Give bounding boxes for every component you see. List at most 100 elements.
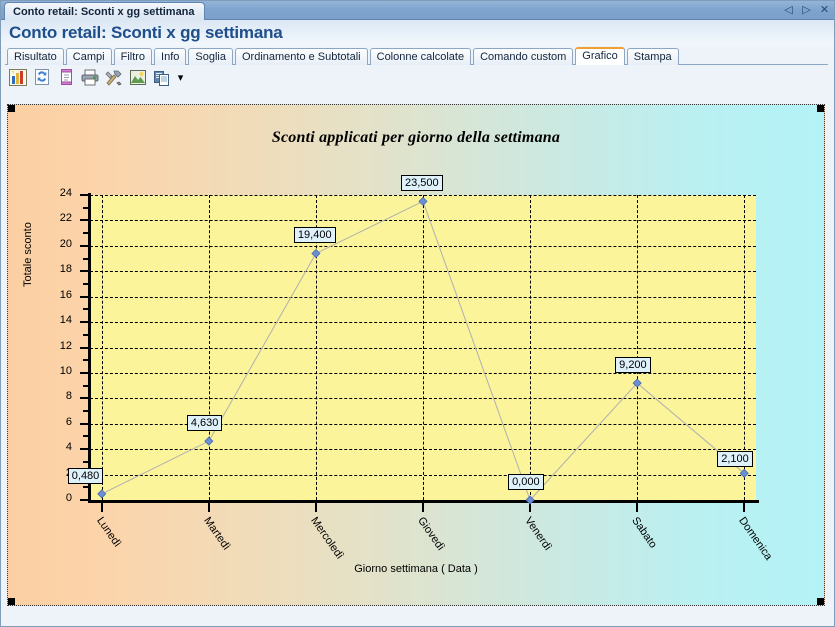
- chart-panel[interactable]: Sconti applicati per giorno della settim…: [7, 104, 825, 606]
- y-axis-tick-label: 2: [12, 467, 72, 479]
- y-axis-tick-label: 4: [65, 441, 72, 454]
- y-axis-minor-tick: [83, 257, 88, 260]
- tab-colonne-calcolate[interactable]: Colonne calcolate: [369, 48, 472, 65]
- resize-handle-top-right[interactable]: [817, 105, 824, 112]
- y-axis-tick: [80, 422, 88, 425]
- tab-filtro[interactable]: Filtro: [113, 48, 153, 65]
- y-axis-tick-label: 10: [59, 364, 72, 377]
- y-axis-minor-tick: [83, 460, 88, 463]
- data-point-label: 0,000: [508, 474, 544, 490]
- y-axis-tick: [80, 270, 88, 273]
- tools-icon[interactable]: [103, 67, 125, 88]
- y-axis-tick: [80, 371, 88, 374]
- print-icon[interactable]: [79, 67, 101, 88]
- close-document-button[interactable]: ✕: [819, 4, 830, 17]
- tab-info[interactable]: Info: [154, 48, 187, 65]
- y-axis-minor-tick: [83, 359, 88, 362]
- y-axis-minor-tick: [83, 384, 88, 387]
- y-axis-tick-label: 22: [59, 212, 72, 225]
- resize-handle-bottom-left[interactable]: [8, 598, 15, 605]
- y-axis-tick: [80, 321, 88, 324]
- y-axis-title: Totale sconto: [22, 222, 34, 287]
- x-axis-tick-label: Sabato: [629, 515, 660, 551]
- gridline-vertical: [530, 195, 532, 500]
- tab-ordinamento-e-subtotali[interactable]: Ordinamento e Subtotali: [234, 48, 368, 65]
- x-axis-tick: [314, 503, 317, 512]
- data-point-label: 23,500: [401, 175, 443, 192]
- y-axis-tick-label: 16: [59, 288, 72, 301]
- x-axis-tick-label: Venerdì: [522, 515, 554, 553]
- copy-icon[interactable]: [151, 67, 173, 88]
- gridline-vertical: [208, 195, 210, 500]
- x-axis-tick: [743, 503, 746, 512]
- data-point-label: 19,400: [293, 227, 336, 244]
- x-axis-tick-label: Mercoledì: [308, 515, 346, 562]
- y-axis-tick: [80, 244, 88, 247]
- y-axis-tick: [80, 194, 88, 196]
- tab-comando-custom[interactable]: Comando custom: [473, 48, 574, 65]
- gridline-vertical: [101, 195, 103, 500]
- gridline-vertical: [637, 195, 639, 500]
- y-axis-tick: [80, 397, 88, 400]
- y-axis-tick-label: 8: [65, 390, 72, 403]
- x-axis-tick: [207, 503, 210, 512]
- x-axis-tick-label: Lunedì: [93, 515, 124, 550]
- document-tab-label: Conto retail: Sconti x gg settimana: [13, 5, 195, 18]
- y-axis-tick-label: 20: [59, 237, 72, 250]
- data-point-label: 2,100: [717, 451, 753, 468]
- x-axis-tick: [422, 503, 424, 512]
- status-bar: [2, 612, 833, 625]
- x-axis-tick: [100, 503, 103, 512]
- gridline-vertical: [423, 195, 424, 500]
- prev-document-button[interactable]: ◁: [783, 4, 794, 17]
- data-point-label: 9,200: [615, 357, 651, 374]
- y-axis-line: [88, 193, 91, 502]
- y-axis-tick-label: 6: [65, 415, 72, 428]
- y-axis-minor-tick: [83, 333, 88, 336]
- y-axis-minor-tick: [83, 308, 88, 311]
- x-axis-tick-label: Giovedì: [415, 515, 447, 553]
- y-axis-tick-label: 24: [59, 187, 72, 199]
- document-tab[interactable]: Conto retail: Sconti x gg settimana: [4, 2, 205, 20]
- data-point-label: 4,630: [186, 415, 223, 432]
- y-axis-tick-label: 0: [65, 492, 72, 504]
- y-axis-minor-tick: [83, 206, 88, 209]
- tab-soglia[interactable]: Soglia: [188, 48, 233, 65]
- y-axis-tick: [80, 346, 88, 349]
- tab-stampa[interactable]: Stampa: [626, 48, 679, 65]
- y-axis-minor-tick: [83, 410, 88, 413]
- refresh-icon[interactable]: [31, 67, 53, 88]
- resize-handle-top-left[interactable]: [8, 105, 15, 112]
- y-axis-tick-label: 12: [59, 339, 72, 352]
- y-axis-tick: [80, 499, 88, 501]
- x-axis-tick-label: Martedì: [201, 515, 233, 553]
- tab-grafico[interactable]: Grafico: [575, 47, 625, 65]
- y-axis-minor-tick: [83, 435, 88, 438]
- tab-bar: Risultato Campi Filtro Info Soglia Ordin…: [1, 46, 834, 65]
- x-axis-tick: [636, 503, 639, 512]
- y-axis-tick-label: 14: [59, 314, 72, 327]
- image-export-icon[interactable]: [127, 67, 149, 88]
- x-axis-tick: [529, 503, 532, 512]
- plot-area: [90, 195, 756, 500]
- y-axis-minor-tick: [83, 232, 88, 235]
- tab-risultato[interactable]: Risultato: [7, 48, 64, 65]
- x-axis-title: Giorno settimana ( Data ): [354, 563, 478, 575]
- toolbar: ▾: [1, 65, 834, 89]
- next-document-button[interactable]: ▷: [801, 4, 812, 17]
- page-icon[interactable]: [55, 67, 77, 88]
- y-axis-minor-tick: [83, 486, 88, 489]
- titlebar-button-group: ◁ ▷ ✕: [783, 1, 830, 20]
- tab-campi[interactable]: Campi: [65, 48, 112, 65]
- chart-title: Sconti applicati per giorno della settim…: [271, 129, 561, 146]
- y-axis-tick: [80, 448, 88, 451]
- chart-icon[interactable]: [7, 67, 29, 88]
- chevron-down-icon[interactable]: ▾: [175, 67, 186, 88]
- application-window: Conto retail: Sconti x gg settimana ◁ ▷ …: [0, 0, 835, 627]
- y-axis-tick: [80, 219, 88, 222]
- data-point-label: 0,480: [67, 467, 104, 484]
- resize-handle-bottom-right[interactable]: [817, 598, 824, 605]
- page-title: Conto retail: Sconti x gg settimana: [1, 20, 834, 46]
- y-axis-minor-tick: [83, 282, 88, 285]
- y-axis-tick-label: 18: [59, 263, 72, 276]
